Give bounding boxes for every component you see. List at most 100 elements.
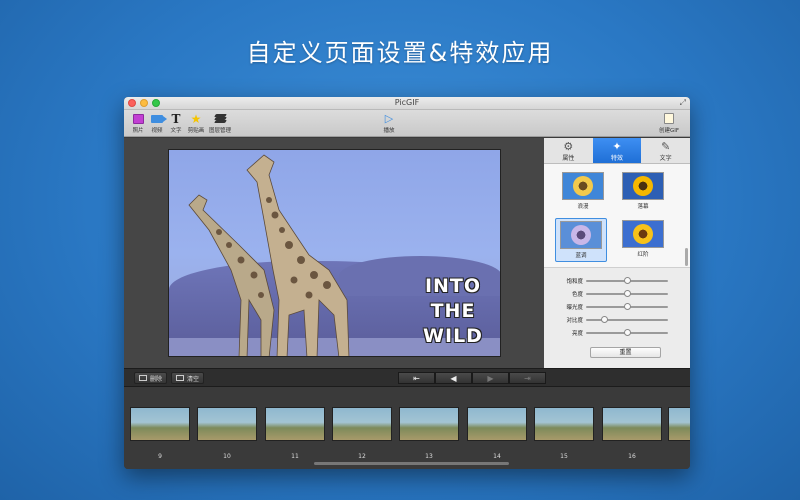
filmstrip-frame[interactable]: 14 xyxy=(466,407,528,460)
flower-image xyxy=(633,176,653,196)
create-gif-label: 创建GIF xyxy=(658,128,680,134)
clear-frames-label: 清空 xyxy=(187,375,200,383)
toolbar-layers-button[interactable]: 图层管理 xyxy=(209,112,231,134)
slider-saturation-knob[interactable] xyxy=(624,276,631,284)
inspector-tabs: ⚙ 属性 ✦ 特效 ✎ 文字 xyxy=(544,138,690,164)
create-gif-button[interactable]: 创建GIF xyxy=(654,112,684,134)
image-icon xyxy=(139,375,147,381)
edit-icon: ✎ xyxy=(661,140,671,153)
slider-hue-track[interactable] xyxy=(586,289,668,297)
effect-curtain[interactable]: 落幕 xyxy=(617,172,669,210)
slider-brightness-label: 亮度 xyxy=(571,330,583,337)
star-icon: ★ xyxy=(190,111,202,126)
magic-wand-icon: ✦ xyxy=(612,140,622,153)
frame-thumbnail xyxy=(668,407,690,441)
effect-romantic[interactable]: 浪漫 xyxy=(557,172,609,210)
next-frame-button[interactable]: ▶ xyxy=(472,372,509,384)
window-title: PicGIF xyxy=(394,98,420,107)
adjustment-sliders: 饱和度 色度 曝光度 对比度 亮度 xyxy=(544,274,690,339)
effects-scrollbar[interactable] xyxy=(685,248,688,266)
slider-contrast-track[interactable] xyxy=(586,315,668,323)
frame-thumbnail xyxy=(332,407,392,441)
slider-brightness-track[interactable] xyxy=(586,328,668,336)
slider-exposure-knob[interactable] xyxy=(624,302,631,310)
arrow-left-icon: ◀ xyxy=(450,373,457,383)
tab-properties[interactable]: ⚙ 属性 xyxy=(544,138,593,163)
slider-brightness: 亮度 xyxy=(544,326,690,339)
filmstrip-frame[interactable]: 16 xyxy=(601,407,663,460)
slider-exposure: 曝光度 xyxy=(544,300,690,313)
frame-number: 13 xyxy=(425,453,433,460)
overlay-text-caption[interactable]: INTO THE WILD xyxy=(418,274,488,349)
filmstrip-frame[interactable]: 13 xyxy=(398,407,460,460)
last-frame-button[interactable]: ⇥ xyxy=(509,372,546,384)
frame-number: 11 xyxy=(291,453,299,460)
first-frame-button[interactable]: ⇤ xyxy=(398,372,435,384)
frame-number: 15 xyxy=(560,453,568,460)
toolbar-clipart-label: 剪贴画 xyxy=(187,128,205,134)
toolbar-clipart-button[interactable]: ★ 剪贴画 xyxy=(185,111,207,135)
tab-text[interactable]: ✎ 文字 xyxy=(641,138,690,163)
filmstrip-frame[interactable]: 12 xyxy=(331,407,393,460)
slider-saturation-label: 饱和度 xyxy=(566,278,583,285)
toolbar-layers-label: 图层管理 xyxy=(209,128,232,134)
skip-to-end-icon: ⇥ xyxy=(524,373,531,383)
frame-thumbnail xyxy=(265,407,325,441)
frame-number: 14 xyxy=(493,453,501,460)
text-icon: T xyxy=(171,111,181,126)
tab-properties-label: 属性 xyxy=(562,155,575,162)
slider-brightness-knob[interactable] xyxy=(624,328,631,336)
reset-button[interactable]: 重置 xyxy=(590,347,661,358)
tab-text-label: 文字 xyxy=(659,155,672,162)
slider-exposure-label: 曝光度 xyxy=(566,304,583,311)
effect-blues-label: 蓝调 xyxy=(575,253,587,259)
frame-thumbnail xyxy=(399,407,459,441)
preview-area: INTO THE WILD xyxy=(124,138,544,368)
promo-headline: 自定义页面设置&特效应用 xyxy=(246,39,554,67)
preview-canvas[interactable]: INTO THE WILD xyxy=(168,149,501,357)
delete-frame-label: 删除 xyxy=(150,375,163,383)
title-bar: PicGIF ⤢ xyxy=(124,97,690,110)
filmstrip-frame[interactable]: 9 xyxy=(129,407,191,460)
frame-thumbnail xyxy=(534,407,594,441)
frame-number: 12 xyxy=(358,453,366,460)
frame-number: 9 xyxy=(158,453,162,460)
slider-saturation-track[interactable] xyxy=(586,276,668,284)
slider-hue: 色度 xyxy=(544,287,690,300)
filmstrip-scrollbar[interactable] xyxy=(314,462,509,465)
delete-frame-button[interactable]: 删除 xyxy=(134,372,168,384)
slider-exposure-track[interactable] xyxy=(586,302,668,310)
toolbar-text-button[interactable]: T 文字 xyxy=(165,111,187,135)
frame-filmstrip: 9 10 11 12 13 14 15 16 xyxy=(124,387,690,469)
flower-image xyxy=(571,225,591,245)
gear-icon: ⚙ xyxy=(563,140,574,153)
slider-contrast-knob[interactable] xyxy=(601,315,609,323)
tab-effects[interactable]: ✦ 特效 xyxy=(592,138,642,163)
filmstrip-frame[interactable]: 11 xyxy=(264,407,326,460)
skip-to-start-icon: ⇤ xyxy=(413,373,420,383)
frame-thumbnail xyxy=(197,407,257,441)
slider-saturation: 饱和度 xyxy=(544,274,690,287)
workspace: INTO THE WILD ⚙ 属性 ✦ 特效 ✎ 文字 浪漫 落幕 蓝调 红阶… xyxy=(124,138,690,368)
effect-red-scale-thumbnail xyxy=(622,220,664,248)
effect-red-scale[interactable]: 红阶 xyxy=(617,220,669,258)
slider-contrast-label: 对比度 xyxy=(566,317,583,324)
slider-hue-label: 色度 xyxy=(571,291,583,298)
slider-hue-knob[interactable] xyxy=(624,289,631,297)
tab-effects-label: 特效 xyxy=(611,155,624,162)
previous-frame-button[interactable]: ◀ xyxy=(435,372,472,384)
effect-blues[interactable]: 蓝调 xyxy=(555,218,607,262)
clear-frames-button[interactable]: 清空 xyxy=(171,372,205,384)
playback-controls: 删除 清空 ⇤ ◀ ▶ ⇥ xyxy=(124,368,690,387)
filmstrip-frame[interactable]: 10 xyxy=(196,407,258,460)
filmstrip-frame-partial[interactable] xyxy=(668,407,690,441)
toolbar-text-label: 文字 xyxy=(170,128,182,134)
effect-curtain-label: 落幕 xyxy=(637,204,649,210)
fullscreen-icon[interactable]: ⤢ xyxy=(680,98,686,108)
effect-romantic-label: 浪漫 xyxy=(577,204,589,210)
layers-icon xyxy=(213,114,227,123)
flower-image xyxy=(573,176,593,196)
play-button[interactable]: ▷ 播放 xyxy=(378,112,400,134)
filmstrip-frame[interactable]: 15 xyxy=(533,407,595,460)
slider-contrast: 对比度 xyxy=(544,313,690,326)
